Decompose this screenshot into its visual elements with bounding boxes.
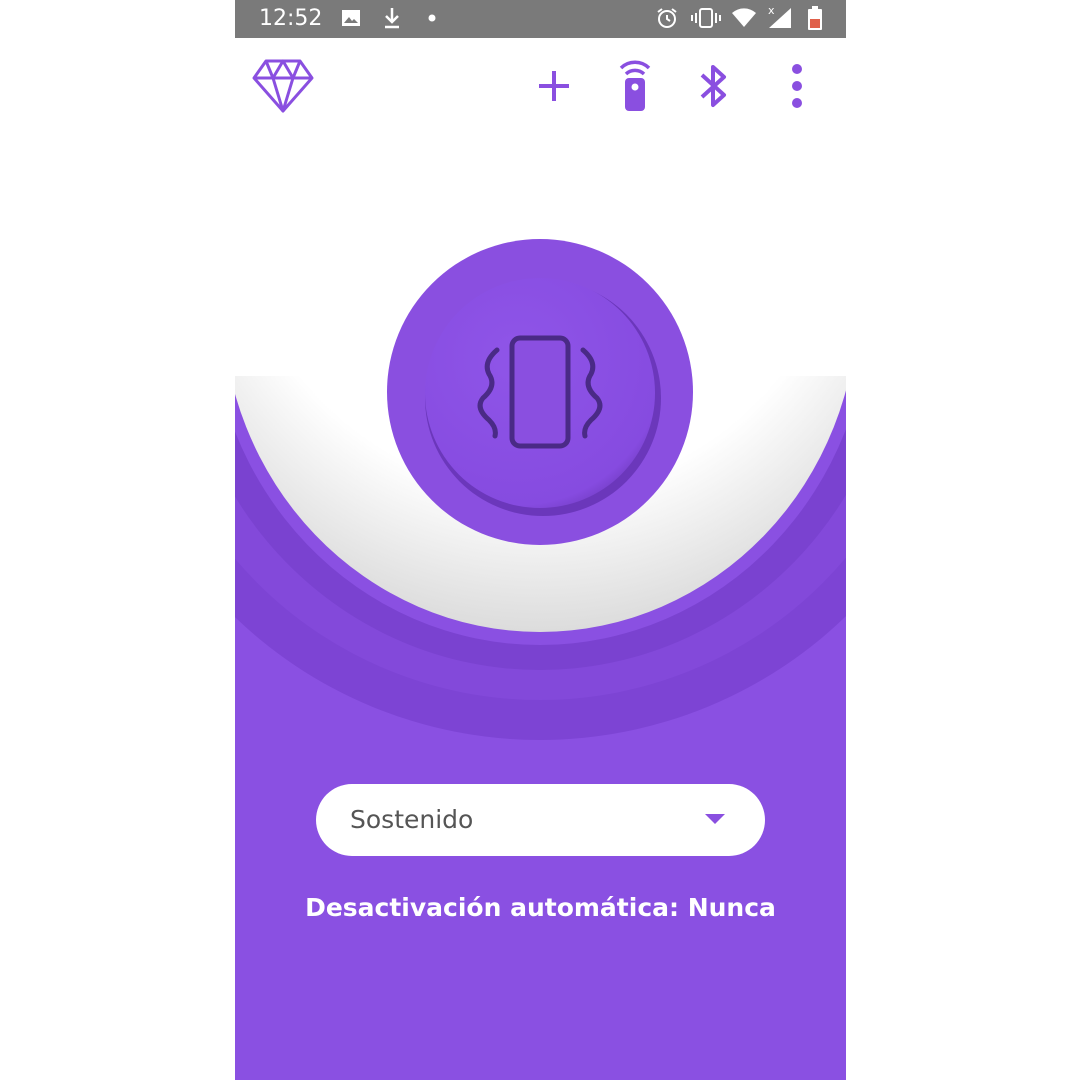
add-icon[interactable]: [536, 68, 572, 104]
signal-icon: x: [768, 4, 791, 28]
download-icon: [385, 8, 399, 29]
phone-screen: 12:52 x Sostenido Desactivación automáti…: [235, 0, 846, 1080]
alarm-icon: [657, 8, 677, 28]
app-bar: [235, 38, 846, 134]
wifi-icon: [732, 8, 756, 27]
battery-icon: [808, 6, 822, 30]
mode-select-value: Sostenido: [350, 805, 474, 834]
remote-icon[interactable]: [615, 56, 655, 112]
status-bar: 12:52 x: [235, 0, 846, 38]
bluetooth-icon[interactable]: [697, 62, 731, 110]
image-icon: [342, 10, 360, 26]
more-vert-icon[interactable]: [787, 63, 807, 109]
status-time: 12:52: [259, 6, 323, 31]
auto-off-label: Desactivación automática: Nunca: [305, 893, 776, 922]
svg-text:x: x: [768, 4, 775, 17]
vibrate-button[interactable]: [385, 238, 697, 550]
mode-select[interactable]: Sostenido: [316, 784, 765, 856]
diamond-icon[interactable]: [252, 58, 314, 114]
dropdown-arrow-icon: [705, 814, 725, 824]
dot-icon: [428, 14, 436, 22]
vibrate-icon: [691, 8, 721, 28]
